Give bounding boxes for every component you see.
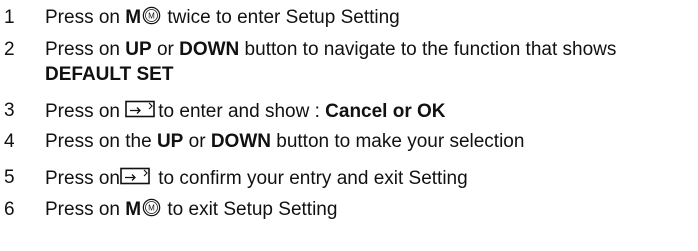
step-text: Press on to enter and show : Cancel or O… [45,99,446,124]
enter-button-icon [125,100,156,118]
enter-button-icon [120,167,150,185]
step-text-segment: Press on [45,7,126,28]
step-text-bold: DOWN [210,131,271,152]
step-number: 6 [4,199,15,220]
step-number: 2 [4,39,15,60]
step-text-segment: button to navigate to the function that … [239,39,617,60]
step-number: 1 [4,7,15,28]
step-text: Press on M M to exit Setup Setting [45,198,337,222]
step-text-segment: or [183,131,211,152]
step-text-segment: Press on [45,199,126,220]
step-text-bold: DEFAULT SET [45,64,174,85]
step-number: 5 [4,167,15,188]
step-text: Press on the UP or DOWN button to make y… [45,130,524,154]
step-text-segment: or [151,39,180,60]
step-number: 3 [4,100,15,121]
step-number: 4 [4,131,15,152]
step-text: DEFAULT SET [45,63,173,87]
step-text-bold: M [125,7,142,28]
instruction-list: 1 Press on M M twice to enter Setup Sett… [0,0,698,251]
step-text-segment: Press on [45,101,126,122]
step-text: Press on to confirm your entry and exit … [45,166,468,191]
step-text-bold: Cancel or OK [325,101,446,122]
step-text-segment: Press on the [45,131,157,152]
m-button-icon-label: M [148,203,155,212]
step-text: Press on UP or DOWN button to navigate t… [45,38,616,62]
m-button-icon: M [142,6,161,25]
m-button-icon: M [142,198,161,217]
m-button-icon-label: M [148,11,155,20]
step-text-bold: DOWN [179,39,240,60]
step-text: Press on M M twice to enter Setup Settin… [45,6,400,30]
step-text-segment: button to make your selection [270,131,525,152]
step-text-bold: UP [156,131,184,152]
step-text-segment: to enter and show : [158,101,326,122]
step-text-segment: to exit Setup Setting [162,199,338,220]
step-text-segment: to confirm your entry and exit Setting [152,168,468,189]
step-text-bold: M [125,199,142,220]
step-text-bold: UP [125,39,152,60]
step-text-segment: Press on [45,39,126,60]
step-text-segment: twice to enter Setup Setting [162,7,400,28]
step-text-segment: Press on [45,168,120,189]
